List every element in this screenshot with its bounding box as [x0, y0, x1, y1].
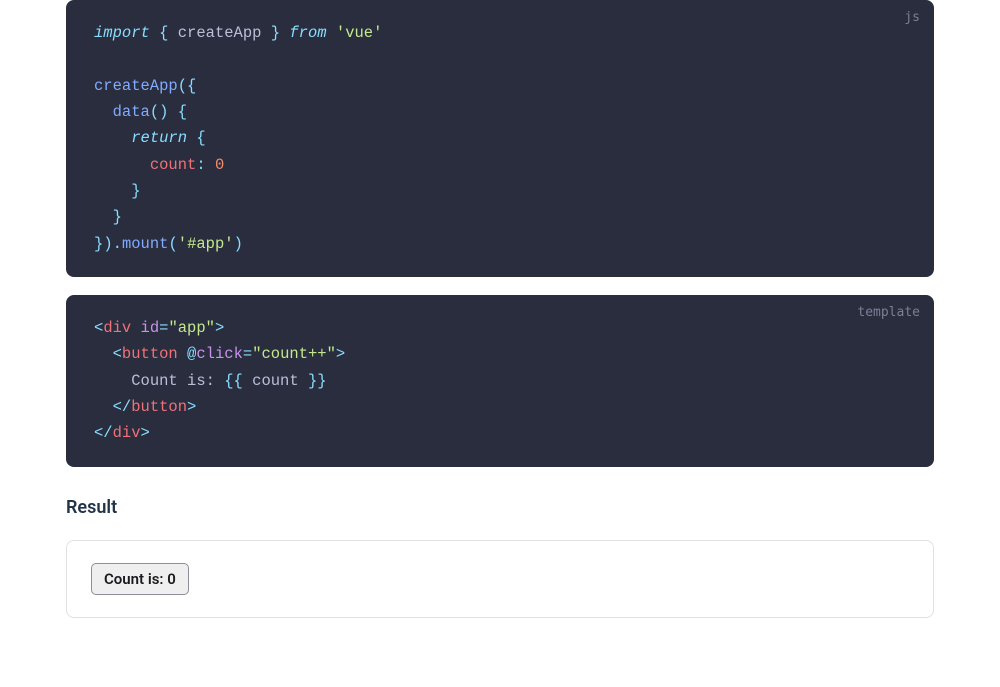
code-js[interactable]: import { createApp } from 'vue' createAp… — [94, 20, 906, 257]
lang-label-template: template — [857, 305, 920, 320]
code-block-template: template <div id="app"> <button @click="… — [66, 295, 934, 467]
code-block-js: js import { createApp } from 'vue' creat… — [66, 0, 934, 277]
result-heading: Result — [66, 497, 934, 518]
lang-label-js: js — [904, 10, 920, 25]
result-box: Count is: 0 — [66, 540, 934, 618]
code-template[interactable]: <div id="app"> <button @click="count++">… — [94, 315, 906, 447]
count-button[interactable]: Count is: 0 — [91, 563, 189, 595]
